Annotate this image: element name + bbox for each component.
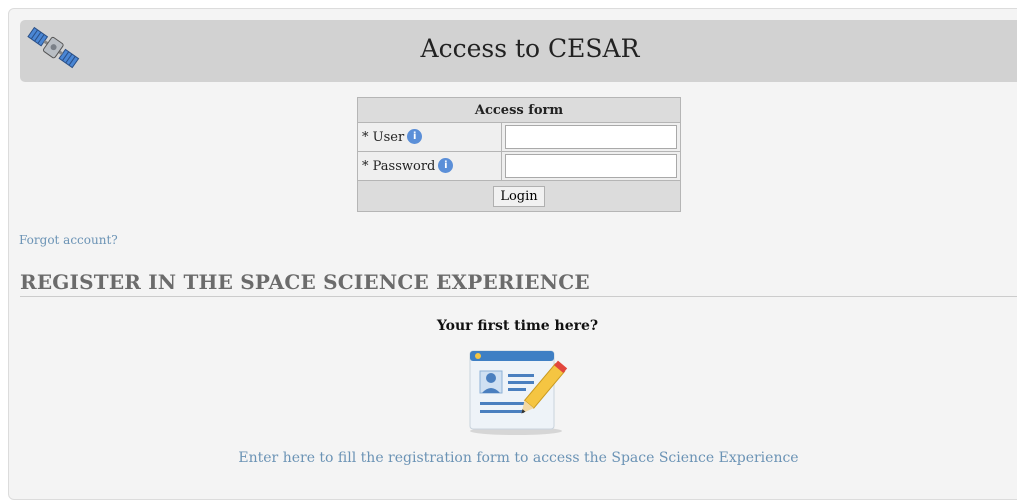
password-input[interactable] <box>505 154 677 178</box>
login-button[interactable]: Login <box>493 185 545 207</box>
access-form-title: Access form <box>357 97 681 123</box>
first-time-text: Your first time here? <box>436 318 599 334</box>
user-input[interactable] <box>505 125 677 149</box>
register-divider <box>20 296 1017 297</box>
password-label: * Password <box>362 159 436 174</box>
registration-link[interactable]: Enter here to fill the registration form… <box>0 450 1017 466</box>
page-title: Access to CESAR <box>420 34 640 63</box>
page-header: Access to CESAR <box>20 20 1017 82</box>
login-button-cell: Login <box>357 180 681 212</box>
forgot-account-link[interactable]: Forgot account? <box>19 233 118 247</box>
user-label: * User <box>362 130 405 145</box>
password-label-cell: * Password i <box>357 151 502 181</box>
register-heading: REGISTER IN THE SPACE SCIENCE EXPERIENCE <box>20 270 590 294</box>
access-form: Access form * User i * Password i Login <box>357 97 681 212</box>
info-icon[interactable]: i <box>407 129 423 144</box>
user-field-cell <box>501 122 681 152</box>
password-field-cell <box>501 151 681 181</box>
info-icon[interactable]: i <box>438 158 454 173</box>
registration-form-icon[interactable] <box>464 347 574 441</box>
user-label-cell: * User i <box>357 122 502 152</box>
